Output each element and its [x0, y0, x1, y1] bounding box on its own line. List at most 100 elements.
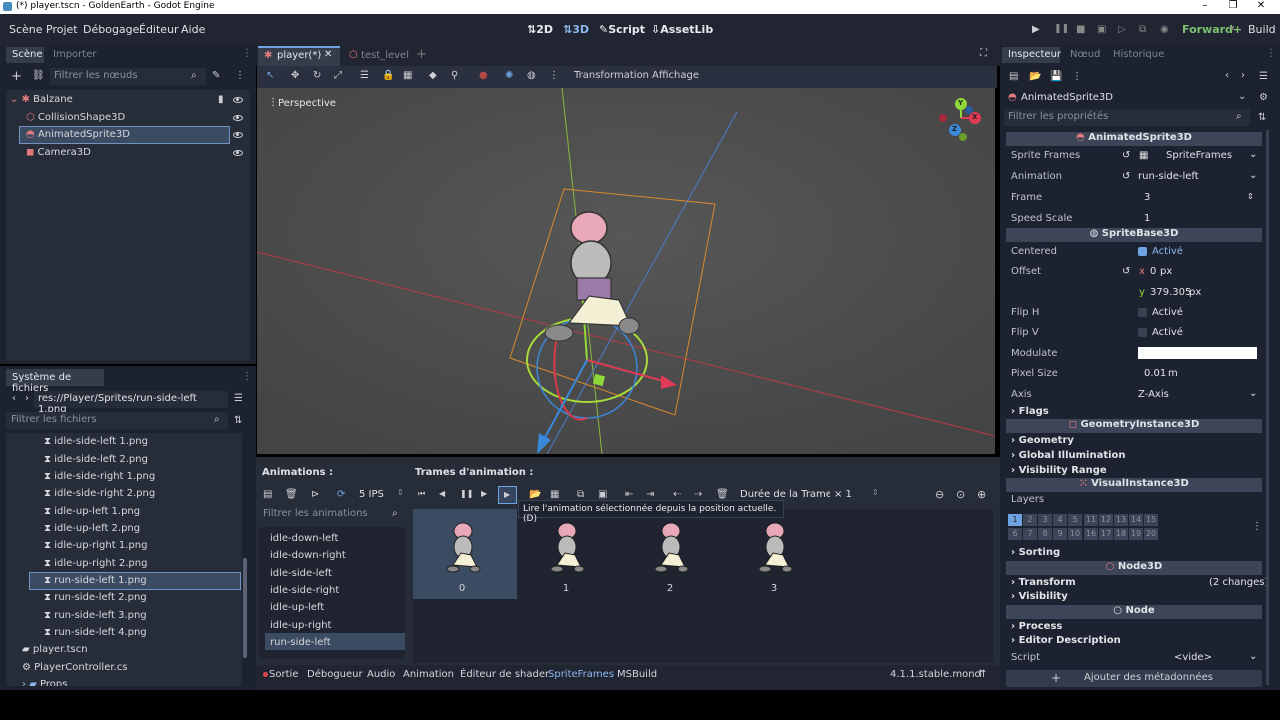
insert-after-icon[interactable]: ⇥	[646, 489, 654, 500]
bottom-tab-debugger[interactable]: Débogueur	[307, 669, 363, 680]
chevron-down-icon[interactable]: ⌄	[1249, 388, 1257, 399]
property-options-icon[interactable]: ⇅	[1258, 112, 1266, 123]
file-item[interactable]: ⧗ idle-up-right 2.png	[44, 558, 147, 569]
group-icon[interactable]: ▦	[403, 70, 412, 81]
add-node-icon[interactable]: +	[11, 69, 22, 84]
layer-toggle[interactable]: 17	[1099, 528, 1113, 540]
layer-toggle[interactable]: 5	[1068, 514, 1082, 526]
dock-menu-icon[interactable]: ⋮	[1266, 48, 1276, 59]
mode-3d-button[interactable]: ⇅3D	[563, 23, 589, 36]
layer-toggle[interactable]: 7	[1023, 528, 1037, 540]
file-item[interactable]: ⧗ idle-up-left 1.png	[44, 506, 140, 517]
bottom-tab-spriteframes[interactable]: SpriteFrames	[548, 669, 614, 680]
add-metadata-button[interactable]: + Ajouter des métadonnées	[1006, 670, 1262, 687]
file-item[interactable]: ⧗ idle-up-left 2.png	[44, 523, 140, 534]
pixel-size-value[interactable]: 0.01	[1144, 368, 1166, 379]
group-sorting[interactable]: › Sorting	[1011, 547, 1060, 558]
layer-toggle[interactable]: 3	[1038, 514, 1052, 526]
history-back-icon[interactable]: ‹	[1225, 70, 1229, 81]
forward-icon[interactable]: ›	[25, 393, 29, 404]
file-item[interactable]: ⧗ idle-side-left 2.png	[44, 454, 148, 465]
play-scene-icon[interactable]: ▷	[1118, 24, 1126, 35]
layer-toggle[interactable]: 12	[1099, 514, 1113, 526]
animation-list-item[interactable]: idle-side-left	[270, 568, 332, 579]
delete-animation-icon[interactable]: 🗑	[285, 489, 298, 500]
visibility-eye-icon[interactable]	[233, 150, 243, 156]
mode-script-button[interactable]: ✎Script	[599, 23, 645, 36]
file-item[interactable]: ⧗ idle-side-right 1.png	[44, 471, 155, 482]
sort-icon[interactable]: ⇅	[234, 415, 242, 426]
remote-debug-icon[interactable]: ▣	[1097, 24, 1106, 35]
layer-toggle[interactable]: 10	[1068, 528, 1082, 540]
animation-list-item[interactable]: idle-side-right	[270, 585, 339, 596]
layer-toggle[interactable]: 15	[1144, 514, 1158, 526]
transform-menu[interactable]: Transformation	[574, 70, 649, 81]
pause-anim-icon[interactable]: ❚❚	[460, 489, 473, 498]
layer-toggle[interactable]: 14	[1129, 514, 1143, 526]
file-item[interactable]: ⧗ run-side-left 2.png	[44, 592, 147, 603]
file-item[interactable]: ⧗ idle-side-left 1.png	[44, 436, 148, 447]
animation-list-item[interactable]: run-side-left	[270, 637, 331, 648]
distraction-free-icon[interactable]: ⛶	[980, 48, 987, 59]
bottom-tab-output[interactable]: Sortie	[269, 669, 298, 680]
tree-node-camera[interactable]: ◼ Camera3D	[26, 147, 91, 158]
menu-editor[interactable]: Éditeur	[139, 23, 179, 36]
minimize-button[interactable]: –	[1190, 0, 1220, 11]
3d-viewport[interactable]: ⋮ Perspective Y X Z	[257, 88, 995, 454]
file-item[interactable]: ▰ player.tscn	[22, 644, 88, 655]
inspected-node-name[interactable]: AnimatedSprite3D	[1021, 92, 1113, 103]
frame-thumbnail[interactable]	[745, 517, 805, 577]
animation-list-item[interactable]: idle-down-right	[270, 550, 346, 561]
pause-icon[interactable]: ❚❚	[1054, 24, 1069, 34]
environment-icon[interactable]: ◍	[527, 70, 536, 81]
save-resource-icon[interactable]: 💾	[1050, 71, 1062, 82]
play-from-current-button[interactable]: ▶	[498, 486, 517, 504]
bottom-tab-msbuild[interactable]: MSBuild	[617, 669, 657, 680]
revert-icon[interactable]: ↺	[1122, 266, 1130, 277]
visibility-eye-icon[interactable]	[233, 132, 243, 138]
menu-scene[interactable]: Scène	[9, 23, 43, 36]
visibility-eye-icon[interactable]	[233, 115, 243, 121]
play-forward-icon[interactable]: ▶	[481, 489, 487, 498]
offset-x-value[interactable]: 0	[1150, 266, 1156, 277]
viewport-menu-icon[interactable]: ⋮	[268, 97, 278, 108]
sun-icon[interactable]: ✺	[505, 70, 513, 81]
layer-toggle[interactable]: 11	[1084, 514, 1098, 526]
stop-icon[interactable]: ■	[1076, 24, 1085, 35]
mode-2d-button[interactable]: ⇅2D	[527, 23, 553, 36]
local-space-icon[interactable]: ◆	[429, 70, 437, 81]
paste-frame-icon[interactable]: ▣	[598, 489, 607, 500]
group-transform[interactable]: › Transform	[1011, 577, 1076, 588]
tab-history[interactable]: Historique	[1113, 49, 1164, 60]
animation-list-item[interactable]: idle-up-right	[270, 620, 331, 631]
zoom-reset-icon[interactable]: ⊙	[956, 488, 965, 501]
path-input[interactable]: res://Player/Sprites/run-side-left 1.png	[34, 391, 228, 415]
play-custom-icon[interactable]: ⧉	[1139, 24, 1146, 35]
scene-options-icon[interactable]: ⋮	[235, 70, 245, 81]
section-node[interactable]: ○ Node	[1006, 605, 1262, 619]
view-menu[interactable]: Affichage	[652, 70, 699, 81]
link-icon[interactable]: ⛓	[32, 70, 45, 81]
bottom-tab-shader[interactable]: Éditeur de shader	[460, 669, 549, 680]
layer-toggle[interactable]: 16	[1084, 528, 1098, 540]
frame-thumbnail[interactable]	[641, 517, 701, 577]
dock-menu-icon[interactable]: ⋮	[242, 48, 252, 59]
script-attach-icon[interactable]: ✎	[212, 70, 220, 81]
more-icon[interactable]: ⋮	[549, 70, 559, 81]
prop-animation-value[interactable]: run-side-left	[1138, 171, 1199, 182]
section-node3d[interactable]: ○ Node3D	[1006, 561, 1262, 575]
fps-spinbox[interactable]: 5 IPS ⇕	[355, 487, 407, 504]
group-visibility[interactable]: › Visibility	[1011, 591, 1068, 602]
layer-toggle[interactable]: 8	[1038, 528, 1052, 540]
visibility-eye-icon[interactable]	[233, 97, 243, 103]
autoplay-icon[interactable]: ⊳	[311, 489, 319, 500]
frame-duration-input[interactable]: × 1 ⇕	[830, 487, 882, 504]
tab-test-level[interactable]: test_level	[361, 50, 409, 61]
frame-thumbnail[interactable]	[433, 517, 493, 577]
file-item[interactable]: ⧗ run-side-left 1.png	[44, 575, 147, 586]
layer-toggle[interactable]: 13	[1114, 514, 1128, 526]
property-filter-input[interactable]: Filtrer les propriétés ⌕	[1004, 109, 1250, 126]
file-item[interactable]: ⧗ idle-side-right 2.png	[44, 488, 155, 499]
layer-toggle[interactable]: 20	[1144, 528, 1158, 540]
animation-filter-input[interactable]: Filtrer les animations ⌕	[259, 506, 405, 523]
